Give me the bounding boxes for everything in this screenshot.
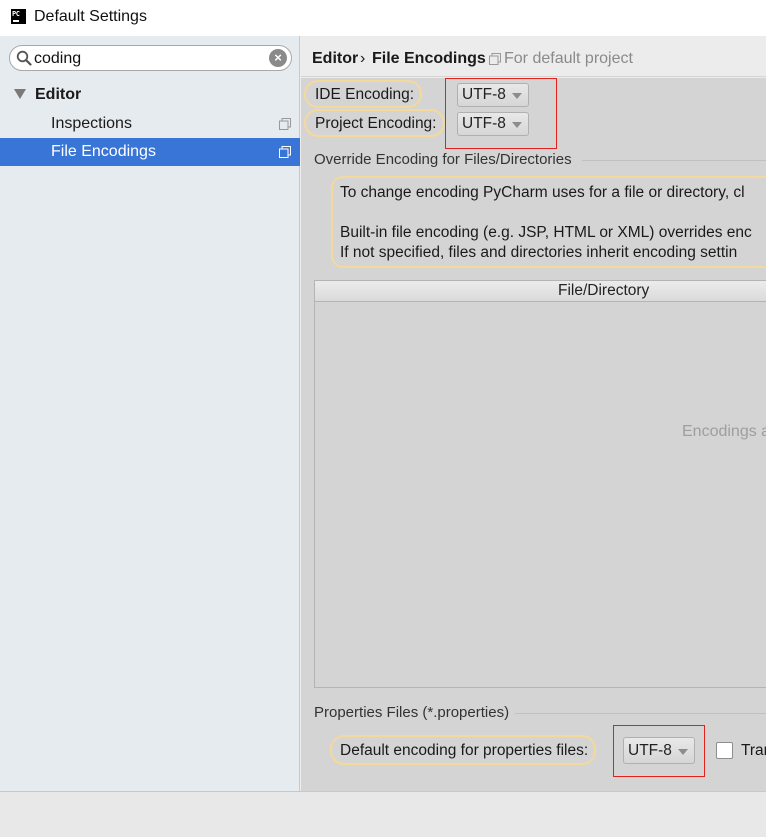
dialog-button-bar [0, 791, 766, 837]
tree-node-editor[interactable]: Editor [0, 82, 300, 108]
expand-arrow-icon[interactable] [14, 89, 26, 99]
info-line: Built-in file encoding (e.g. JSP, HTML o… [340, 224, 752, 241]
settings-sidebar: × Editor Inspections File Encodings [0, 36, 300, 791]
project-scope-icon [489, 53, 501, 65]
table-empty-text: Encodings a [682, 423, 766, 440]
ide-encoding-label: IDE Encoding: [304, 80, 423, 108]
properties-default-encoding-label: Default encoding for properties files: [330, 735, 597, 765]
override-group-title: Override Encoding for Files/Directories [314, 151, 572, 168]
info-line: If not specified, files and directories … [340, 244, 738, 261]
info-line: To change encoding PyCharm uses for a fi… [340, 184, 745, 201]
checkbox-label[interactable]: Tran [741, 742, 766, 760]
group-divider [582, 160, 766, 161]
column-header-file-directory[interactable]: File/Directory [315, 281, 766, 302]
window-title: Default Settings [34, 8, 147, 25]
file-encodings-panel: IDE Encoding: UTF-8 Project Encoding: UT… [301, 78, 766, 791]
breadcrumb-page: File Encodings [372, 50, 486, 67]
project-scope-icon [279, 146, 291, 158]
tree-item-inspections[interactable]: Inspections [0, 110, 300, 138]
tree-item-label: File Encodings [51, 143, 156, 160]
group-divider [515, 713, 766, 714]
settings-content: Editor › File Encodings For default proj… [301, 36, 766, 791]
breadcrumb-section[interactable]: Editor [312, 50, 358, 68]
title-bar: PC Default Settings [0, 0, 766, 36]
clear-search-icon[interactable]: × [269, 49, 287, 67]
annotation-red-box [613, 725, 705, 777]
transparent-native-to-ascii-checkbox[interactable] [716, 742, 733, 759]
breadcrumb-scope: For default project [504, 50, 633, 67]
breadcrumb: Editor › File Encodings For default proj… [301, 36, 766, 77]
tree-item-file-encodings[interactable]: File Encodings [0, 138, 300, 166]
project-scope-icon [279, 118, 291, 130]
properties-group-title: Properties Files (*.properties) [314, 704, 510, 721]
override-info-box: To change encoding PyCharm uses for a fi… [331, 176, 766, 268]
encodings-table[interactable]: File/Directory Encodings a [314, 280, 766, 688]
search-icon [16, 50, 32, 66]
settings-search-field[interactable]: × [9, 45, 292, 71]
search-input[interactable] [34, 49, 264, 69]
breadcrumb-separator: › [360, 50, 366, 67]
pycharm-app-icon: PC [11, 9, 26, 24]
tree-item-label: Inspections [51, 115, 132, 132]
tree-node-editor-label: Editor [35, 86, 82, 103]
project-encoding-label: Project Encoding: [304, 109, 445, 137]
annotation-red-box [445, 78, 557, 149]
